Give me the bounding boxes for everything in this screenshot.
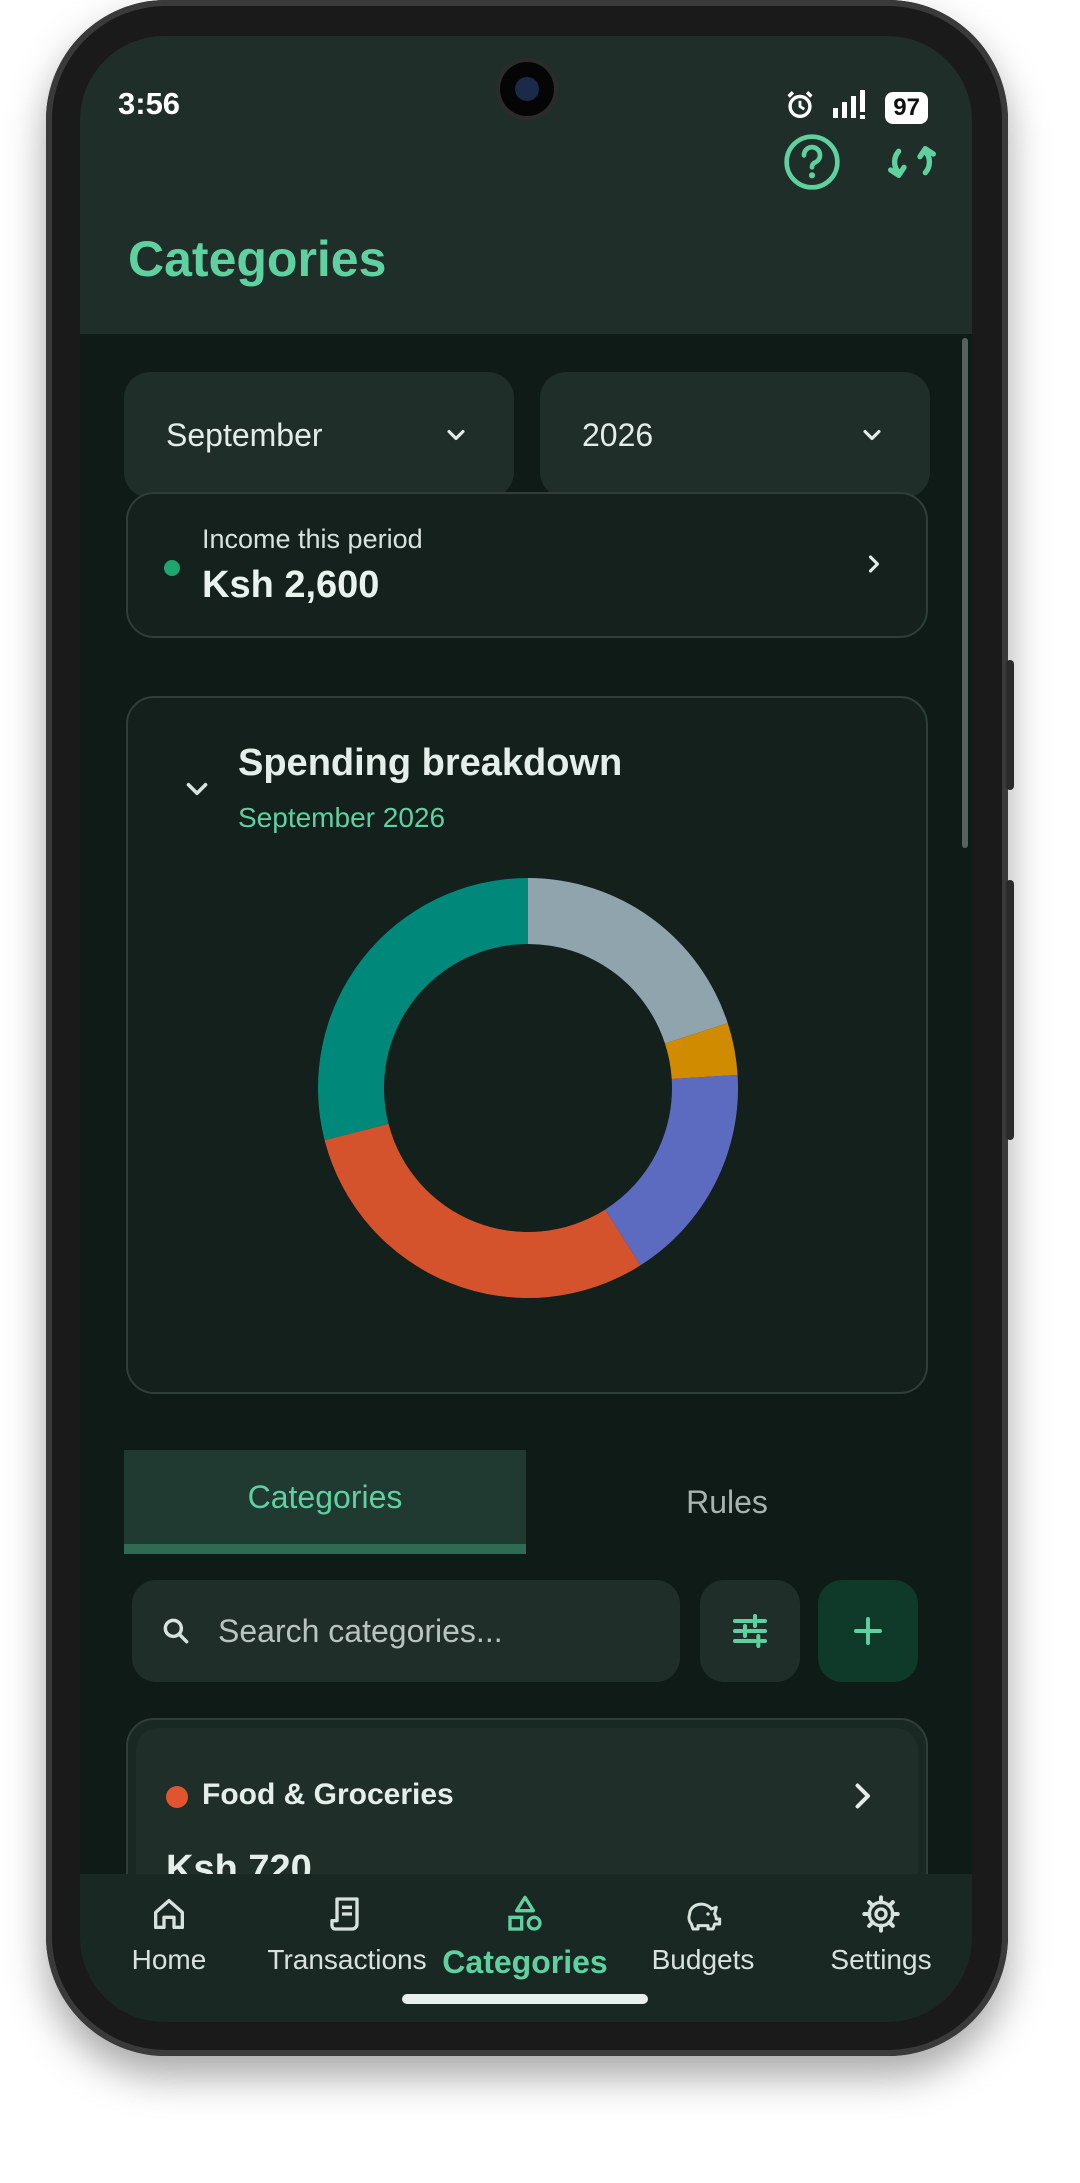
help-button[interactable] xyxy=(780,130,844,194)
nav-budgets[interactable]: Budgets xyxy=(614,1894,792,1976)
battery-indicator: 97 xyxy=(885,91,928,124)
tab-categories[interactable]: Categories xyxy=(124,1450,526,1554)
nav-label-transactions: Transactions xyxy=(267,1944,427,1975)
status-time: 3:56 xyxy=(118,86,181,121)
income-card[interactable]: Income this period Ksh 2,600 xyxy=(126,492,928,638)
page-title: Categories xyxy=(128,231,387,287)
spending-breakdown-card: Spending breakdown September 2026 xyxy=(126,696,928,1394)
nav-label-settings: Settings xyxy=(830,1944,932,1975)
power-button xyxy=(1006,880,1014,1140)
home-indicator[interactable] xyxy=(402,1994,648,2004)
year-value: 2026 xyxy=(582,416,654,453)
income-label: Income this period xyxy=(202,524,423,554)
tab-bar: Categories Rules xyxy=(124,1450,928,1554)
tab-rules[interactable]: Rules xyxy=(526,1450,928,1554)
nav-transactions[interactable]: Transactions xyxy=(258,1894,436,1976)
front-camera xyxy=(500,62,554,116)
plus-icon xyxy=(854,1617,882,1645)
home-icon xyxy=(154,1899,184,1929)
month-value: September xyxy=(166,416,323,453)
month-dropdown[interactable]: September xyxy=(124,372,514,498)
income-value: Ksh 2,600 xyxy=(202,564,380,606)
donut-slice-4[interactable] xyxy=(324,1123,641,1298)
add-category-button[interactable] xyxy=(818,1580,918,1682)
screen: 3:56 97 Categories September 2026 Income… xyxy=(80,36,972,2022)
donut-slice-3[interactable] xyxy=(605,1074,738,1266)
chart-subtitle: September 2026 xyxy=(238,802,446,833)
piggy-bank-icon xyxy=(687,1902,722,1931)
category-name: Food & Groceries xyxy=(202,1778,454,1811)
help-circle-icon xyxy=(784,134,840,190)
donut-slice-1[interactable] xyxy=(528,878,728,1044)
app-bar: Categories xyxy=(80,134,972,334)
tune-sliders-icon xyxy=(733,1614,767,1648)
bottom-navigation: Home Transactions Categories Budgets Set… xyxy=(80,1874,972,2022)
filter-button[interactable] xyxy=(700,1580,800,1682)
donut-slice-5[interactable] xyxy=(318,878,528,1141)
scrollbar[interactable] xyxy=(962,338,968,848)
chart-title: Spending breakdown xyxy=(238,742,623,784)
nav-label-categories: Categories xyxy=(442,1944,608,1980)
search-icon xyxy=(163,1618,189,1644)
chevron-right-icon xyxy=(868,555,880,573)
nav-categories[interactable]: Categories xyxy=(436,1894,614,1981)
chevron-down-icon xyxy=(863,429,881,441)
nav-home[interactable]: Home xyxy=(80,1894,258,1976)
alarm-icon xyxy=(783,88,817,127)
search-box[interactable] xyxy=(132,1580,680,1682)
nav-label-budgets: Budgets xyxy=(651,1944,755,1975)
search-input[interactable] xyxy=(218,1612,638,1650)
sync-button[interactable] xyxy=(880,130,944,194)
collapse-chevron-icon[interactable] xyxy=(180,772,214,806)
signal-icon xyxy=(831,90,871,125)
nav-label-home: Home xyxy=(131,1944,207,1975)
category-color-dot xyxy=(166,1786,188,1808)
receipt-icon xyxy=(330,1897,359,1931)
gear-icon xyxy=(862,1895,900,1933)
income-indicator-dot xyxy=(164,560,180,576)
nav-settings[interactable]: Settings xyxy=(792,1894,970,1976)
spending-donut-chart[interactable] xyxy=(308,868,748,1308)
shapes-icon xyxy=(508,1895,542,1931)
chevron-down-icon xyxy=(447,429,465,441)
content-area: September 2026 Income this period Ksh 2,… xyxy=(80,334,972,1918)
status-bar: 3:56 97 xyxy=(80,36,972,136)
chevron-right-icon xyxy=(855,1783,870,1809)
status-icons: 97 xyxy=(783,88,928,127)
volume-button xyxy=(1006,660,1014,790)
sync-icon xyxy=(888,146,936,178)
year-dropdown[interactable]: 2026 xyxy=(540,372,930,498)
